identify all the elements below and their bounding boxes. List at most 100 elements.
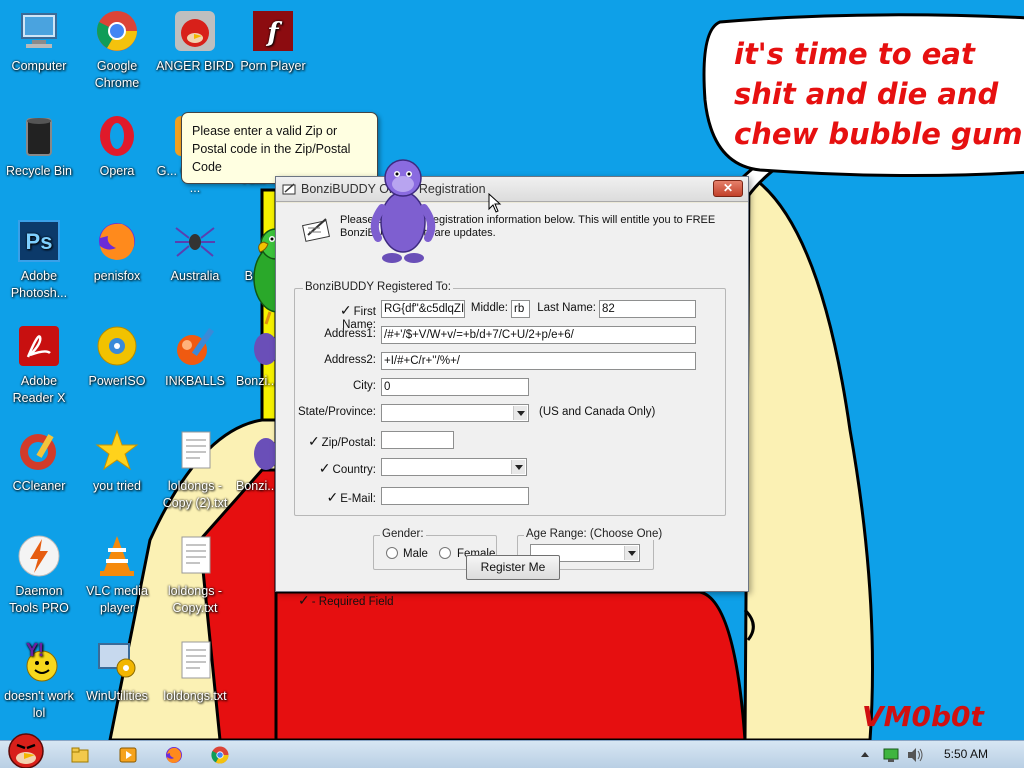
- disc-icon: [94, 323, 140, 369]
- network-icon[interactable]: [882, 747, 900, 763]
- desktop-icon-computer[interactable]: Computer: [0, 8, 78, 75]
- state-select[interactable]: [381, 404, 529, 422]
- window-titlebar[interactable]: BonziBUDDY Online Registration ✕: [276, 177, 748, 202]
- svg-text:Ps: Ps: [26, 229, 53, 254]
- desktop-icon-porn-player[interactable]: f Porn Player: [234, 8, 312, 75]
- state-note: (US and Canada Only): [539, 406, 656, 418]
- male-label[interactable]: Male: [403, 548, 428, 560]
- text-file-icon: [172, 428, 218, 474]
- speech-bubble-text: it's time to eat shit and die and chew b…: [734, 37, 1023, 151]
- media-player-icon[interactable]: [118, 745, 138, 765]
- opera-icon: [94, 113, 140, 159]
- desktop-icon-vlc[interactable]: VLC media player: [78, 533, 156, 617]
- desktop-icon-adobe-photoshop[interactable]: Ps Adobe Photosh...: [0, 218, 78, 302]
- zip-field[interactable]: [381, 431, 454, 449]
- required-check-icon: ✓: [318, 460, 331, 476]
- clipboard-pen-icon: [302, 218, 330, 242]
- address1-label: Address1:: [324, 328, 376, 340]
- flash-player-icon: f: [250, 8, 296, 54]
- desktop-icon-bonzi-2[interactable]: Bonzi...: [236, 428, 276, 495]
- state-label: State/Province:: [298, 406, 376, 418]
- explorer-folder-icon[interactable]: [70, 745, 90, 765]
- clock-time[interactable]: 5:50 AM: [944, 747, 988, 761]
- angry-bird-icon: [172, 8, 218, 54]
- chevron-down-icon[interactable]: [511, 460, 525, 474]
- last-name-field[interactable]: 82: [599, 300, 696, 318]
- country-label: ✓ Country:: [318, 460, 376, 476]
- yahoo-smiley-icon: Y!: [16, 638, 62, 684]
- desktop-icon-inkballs[interactable]: INKBALLS: [156, 323, 234, 390]
- desktop-icon-google-chrome[interactable]: Google Chrome: [78, 8, 156, 92]
- chevron-down-icon[interactable]: [513, 406, 527, 420]
- bonzi-icon: [236, 323, 276, 369]
- address2-field[interactable]: +I/#+C/r+''/%+/: [381, 352, 696, 370]
- registration-form: Please enter your registration informati…: [276, 203, 748, 608]
- email-field[interactable]: [381, 487, 529, 505]
- city-label: City:: [353, 380, 376, 392]
- address1-field[interactable]: /#+'/$+V/W+v/=+b/d+7/C+U/2+p/e+6/: [381, 326, 696, 344]
- show-hidden-icons-chevron-icon[interactable]: [860, 750, 870, 760]
- required-check-icon: ✓: [339, 302, 352, 318]
- desktop-icon-anger-bird[interactable]: ANGER BIRD: [156, 8, 234, 75]
- desktop-icon-adobe-reader[interactable]: Adobe Reader X: [0, 323, 78, 407]
- close-button[interactable]: ✕: [713, 180, 743, 197]
- svg-text:Y!: Y!: [26, 640, 44, 660]
- desktop-icon-penisfox[interactable]: penisfox: [78, 218, 156, 285]
- last-name-label: Last Name:: [537, 302, 596, 314]
- desktop-icon-yahoo[interactable]: Y! doesn't work lol: [0, 638, 78, 722]
- gender-label: Gender:: [380, 528, 426, 540]
- middle-label: Middle:: [470, 302, 508, 314]
- bonzi-icon: [236, 428, 276, 474]
- desktop-icon-loldongs[interactable]: loldongs.txt: [156, 638, 234, 705]
- desktop-icon-recycle-bin[interactable]: Recycle Bin: [0, 113, 78, 180]
- middle-field[interactable]: rb: [511, 300, 530, 318]
- mouse-cursor-icon: [488, 193, 502, 213]
- desktop-icon-loldongs-copy-2[interactable]: loldongs - Copy (2).txt: [156, 428, 234, 512]
- inkball-icon: [172, 323, 218, 369]
- desktop-icon-loldongs-copy[interactable]: loldongs - Copy.txt: [156, 533, 234, 617]
- desktop-icon-daemon-tools[interactable]: Daemon Tools PRO: [0, 533, 78, 617]
- computer-icon: [16, 8, 62, 54]
- register-button[interactable]: Register Me: [466, 555, 560, 580]
- bonzi-registration-window: BonziBUDDY Online Registration ✕ Please …: [275, 176, 749, 608]
- address2-label: Address2:: [324, 354, 376, 366]
- firefox-icon: [94, 218, 140, 264]
- zip-validation-tooltip: Please enter a valid Zip or Postal code …: [181, 112, 378, 184]
- first-name-field[interactable]: RG{df"&c5dlqZIN: [381, 300, 465, 318]
- firefox-taskbar-icon[interactable]: [164, 745, 184, 765]
- volume-icon[interactable]: [906, 747, 924, 763]
- female-radio[interactable]: [439, 547, 451, 559]
- group-title: BonziBUDDY Registered To:: [303, 281, 453, 293]
- required-check-icon: ✓: [298, 592, 310, 608]
- registration-icon: [282, 183, 296, 195]
- lightning-icon: [16, 533, 62, 579]
- adobe-reader-icon: [16, 323, 62, 369]
- recycle-bin-icon: [16, 113, 62, 159]
- required-check-icon: ✓: [307, 433, 320, 449]
- male-radio[interactable]: [386, 547, 398, 559]
- star-icon: [94, 428, 140, 474]
- country-select[interactable]: [381, 458, 527, 476]
- start-button-angry-bird-icon[interactable]: [4, 727, 48, 768]
- winutilities-icon: [94, 638, 140, 684]
- desktop-icon-poweriso[interactable]: PowerISO: [78, 323, 156, 390]
- desktop-icon-ccleaner[interactable]: CCleaner: [0, 428, 78, 495]
- desktop-icon-bonzi-1[interactable]: Bonzi...: [236, 323, 276, 390]
- desktop-icon-winutilities[interactable]: WinUtilities: [78, 638, 156, 705]
- text-file-icon: [172, 533, 218, 579]
- vlc-cone-icon: [94, 533, 140, 579]
- bonzi-buddy-character[interactable]: [366, 152, 440, 266]
- artist-signature: VM0b0t: [862, 700, 984, 733]
- photoshop-icon: Ps: [16, 218, 62, 264]
- ccleaner-icon: [16, 428, 62, 474]
- desktop-icon-opera[interactable]: Opera: [78, 113, 156, 180]
- desktop-icon-you-tried[interactable]: you tried: [78, 428, 156, 495]
- text-file-icon: [172, 638, 218, 684]
- desktop-icon-australia[interactable]: Australia: [156, 218, 234, 285]
- first-name-label: ✓ First Name:: [339, 302, 376, 331]
- taskbar: 5:50 AM: [0, 733, 1024, 768]
- chrome-taskbar-icon[interactable]: [210, 745, 230, 765]
- chrome-icon: [94, 8, 140, 54]
- chevron-down-icon[interactable]: [624, 546, 638, 560]
- city-field[interactable]: 0: [381, 378, 529, 396]
